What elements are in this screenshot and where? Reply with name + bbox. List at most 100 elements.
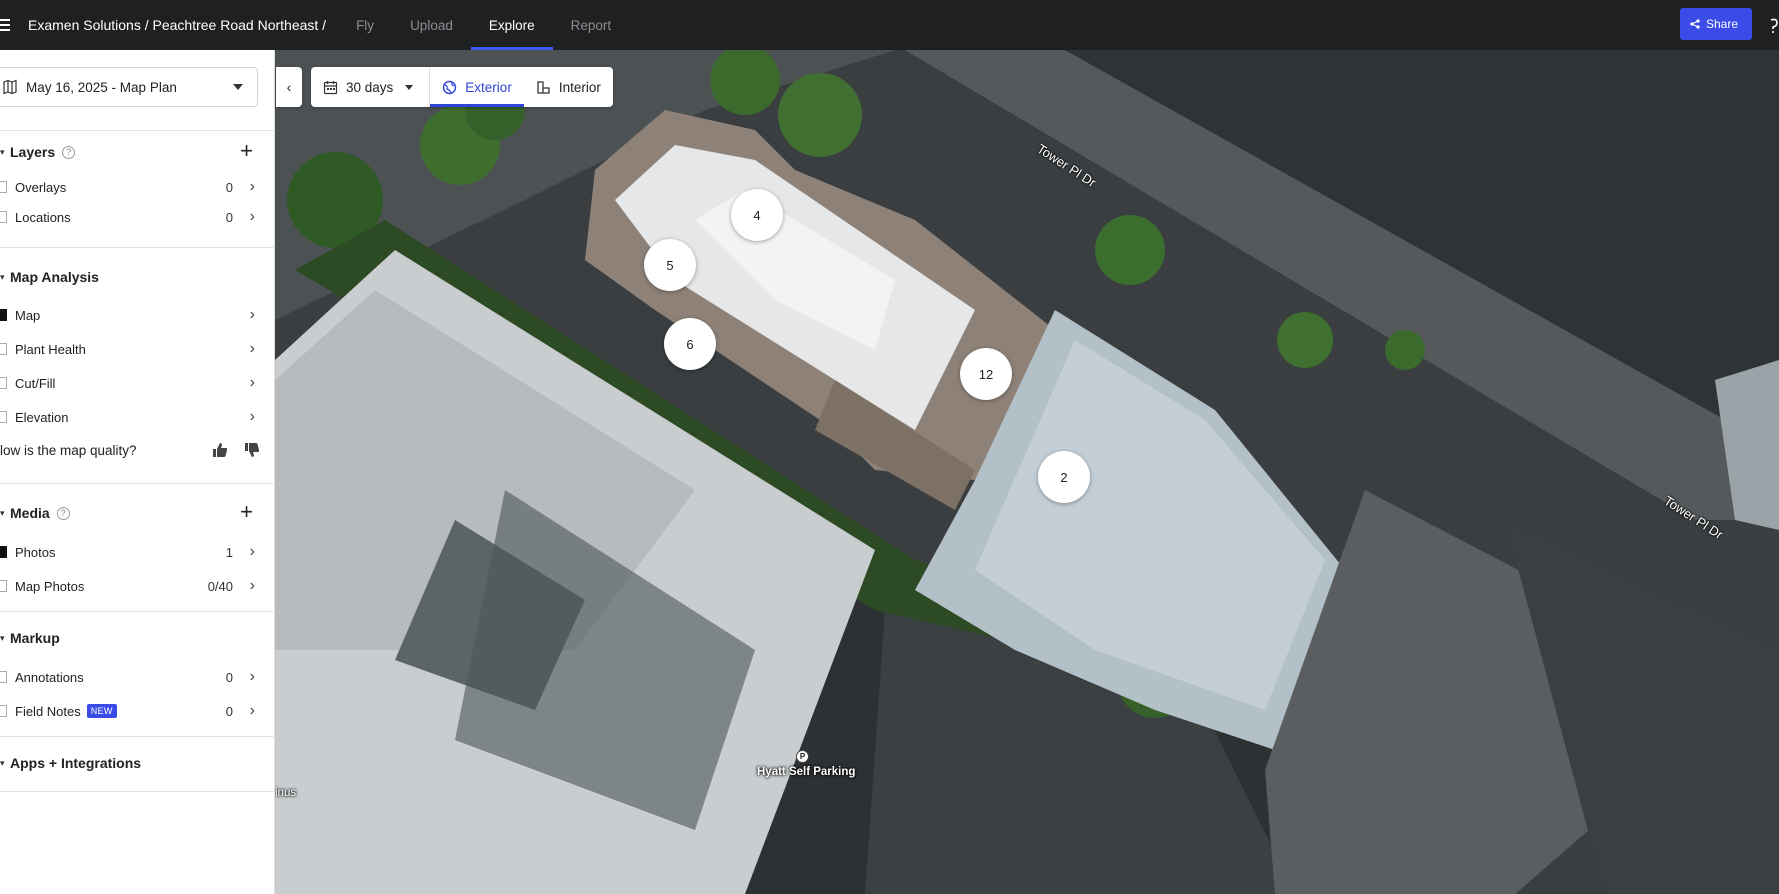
exterior-view-tab[interactable]: Exterior xyxy=(430,67,524,107)
chevron-down-icon: ▾ xyxy=(0,507,5,518)
chevron-right-icon[interactable]: › xyxy=(250,577,255,595)
overlays-label: Overlays xyxy=(15,179,67,195)
divider xyxy=(0,247,275,248)
tab-upload[interactable]: Upload xyxy=(392,0,471,50)
chevron-down-icon xyxy=(405,84,414,90)
photo-cluster-marker[interactable]: 4 xyxy=(731,189,783,241)
chevron-right-icon[interactable]: › xyxy=(250,702,255,720)
map-analysis-section-header[interactable]: ▾ Map Analysis xyxy=(0,262,275,292)
map-canvas[interactable]: 5 4 6 12 2 Tower Pl Dr Tower Pl Dr P Hya… xyxy=(275,50,1779,894)
share-icon xyxy=(1690,19,1700,29)
top-bar: Examen Solutions / Peachtree Road Northe… xyxy=(0,0,1779,50)
analysis-row-elevation[interactable]: Elevation › xyxy=(0,402,275,432)
annotations-checkbox[interactable] xyxy=(0,671,7,683)
markup-row-annotations[interactable]: Annotations 0 › xyxy=(0,662,275,692)
map-checkbox[interactable] xyxy=(0,309,7,321)
chevron-right-icon[interactable]: › xyxy=(250,178,255,196)
tab-report[interactable]: Report xyxy=(553,0,630,50)
chevron-right-icon[interactable]: › xyxy=(250,408,255,426)
field-notes-count: 0 xyxy=(225,703,233,719)
interior-view-tab[interactable]: Interior xyxy=(524,67,613,107)
photo-cluster-marker[interactable]: 2 xyxy=(1038,451,1090,503)
field-notes-checkbox[interactable] xyxy=(0,705,7,717)
poi-label[interactable]: Hyatt Self Parking xyxy=(757,766,855,778)
parking-icon[interactable]: P xyxy=(796,750,809,763)
date-range-value: 30 days xyxy=(346,79,394,95)
map-quality-feedback: low is the map quality? xyxy=(0,435,275,465)
tab-fly[interactable]: Fly xyxy=(338,0,392,50)
map-photos-count: 0/40 xyxy=(207,578,233,594)
overlays-checkbox[interactable] xyxy=(0,181,7,193)
analysis-row-plant-health[interactable]: Plant Health › xyxy=(0,334,275,364)
map-photos-checkbox[interactable] xyxy=(0,580,7,592)
media-section-header[interactable]: ▾ Media ? + xyxy=(0,498,275,528)
layer-row-locations[interactable]: Locations 0 › xyxy=(0,202,275,232)
globe-icon xyxy=(443,80,457,94)
chevron-right-icon[interactable]: › xyxy=(250,340,255,358)
map-plan-value: May 16, 2025 - Map Plan xyxy=(26,79,177,95)
photo-cluster-marker[interactable]: 12 xyxy=(960,348,1012,400)
calendar-icon xyxy=(323,80,338,94)
thumbs-up-icon[interactable] xyxy=(211,441,229,459)
interior-label: Interior xyxy=(558,79,601,95)
help-icon[interactable]: ? xyxy=(56,506,70,520)
collapse-sidebar-button[interactable]: ‹ xyxy=(276,67,302,107)
chevron-down-icon: ▾ xyxy=(0,146,5,157)
elevation-checkbox[interactable] xyxy=(0,411,7,423)
plant-health-checkbox[interactable] xyxy=(0,343,7,355)
media-row-map-photos[interactable]: Map Photos 0/40 › xyxy=(0,571,275,601)
help-icon[interactable]: ? xyxy=(62,145,76,159)
add-layer-button[interactable]: + xyxy=(240,140,253,162)
field-notes-label: Field Notes xyxy=(15,703,81,719)
menu-icon[interactable] xyxy=(0,19,14,31)
overlays-count: 0 xyxy=(225,179,233,195)
chevron-down-icon: ▾ xyxy=(0,271,5,282)
chevron-right-icon[interactable]: › xyxy=(250,374,255,392)
locations-checkbox[interactable] xyxy=(0,211,7,223)
layer-row-overlays[interactable]: Overlays 0 › xyxy=(0,172,275,202)
poi-label-edge: inus xyxy=(275,787,297,799)
layers-section-header[interactable]: ▾ Layers ? + xyxy=(0,137,275,167)
media-title: Media xyxy=(10,505,50,521)
map-analysis-title: Map Analysis xyxy=(10,269,99,285)
tab-explore[interactable]: Explore xyxy=(470,0,553,50)
breadcrumb[interactable]: Examen Solutions / Peachtree Road Northe… xyxy=(28,17,326,33)
chevron-down-icon xyxy=(233,84,243,90)
nav-tabs: Fly Upload Explore Report xyxy=(338,0,629,50)
map-quality-prompt: low is the map quality? xyxy=(0,442,137,458)
map-plan-select[interactable]: May 16, 2025 - Map Plan xyxy=(0,67,258,107)
annotations-count: 0 xyxy=(225,669,233,685)
photos-label: Photos xyxy=(15,544,56,560)
thumbs-down-icon[interactable] xyxy=(243,441,261,459)
map-label: Map xyxy=(15,307,41,323)
share-label: Share xyxy=(1705,17,1738,31)
divider xyxy=(0,130,275,131)
markup-section-header[interactable]: ▾ Markup xyxy=(0,623,275,653)
locations-label: Locations xyxy=(15,209,71,225)
chevron-right-icon[interactable]: › xyxy=(250,668,255,686)
share-button[interactable]: Share xyxy=(1679,8,1752,40)
media-row-photos[interactable]: Photos 1 › xyxy=(0,537,275,567)
photo-cluster-marker[interactable]: 6 xyxy=(664,318,716,370)
chevron-right-icon[interactable]: › xyxy=(250,208,255,226)
map-photos-label: Map Photos xyxy=(15,578,85,594)
photos-checkbox[interactable] xyxy=(0,546,7,558)
annotations-label: Annotations xyxy=(15,669,84,685)
view-toolbar: 30 days Exterior Interior xyxy=(311,67,613,107)
help-icon[interactable] xyxy=(1769,16,1779,34)
cut-fill-checkbox[interactable] xyxy=(0,377,7,389)
divider xyxy=(0,483,275,484)
apps-section-header[interactable]: ▾ Apps + Integrations xyxy=(0,748,275,778)
add-media-button[interactable]: + xyxy=(240,501,253,523)
chevron-right-icon[interactable]: › xyxy=(250,543,255,561)
date-range-select[interactable]: 30 days xyxy=(311,67,431,107)
analysis-row-map[interactable]: Map › xyxy=(0,300,275,330)
sidebar: May 16, 2025 - Map Plan ▾ Layers ? + Ove… xyxy=(0,50,275,894)
markup-title: Markup xyxy=(10,630,60,646)
divider xyxy=(0,736,275,737)
chevron-right-icon[interactable]: › xyxy=(250,306,255,324)
markup-row-field-notes[interactable]: Field Notes NEW 0 › xyxy=(0,696,275,726)
photo-cluster-marker[interactable]: 5 xyxy=(644,239,696,291)
analysis-row-cut-fill[interactable]: Cut/Fill › xyxy=(0,368,275,398)
photos-count: 1 xyxy=(225,544,233,560)
